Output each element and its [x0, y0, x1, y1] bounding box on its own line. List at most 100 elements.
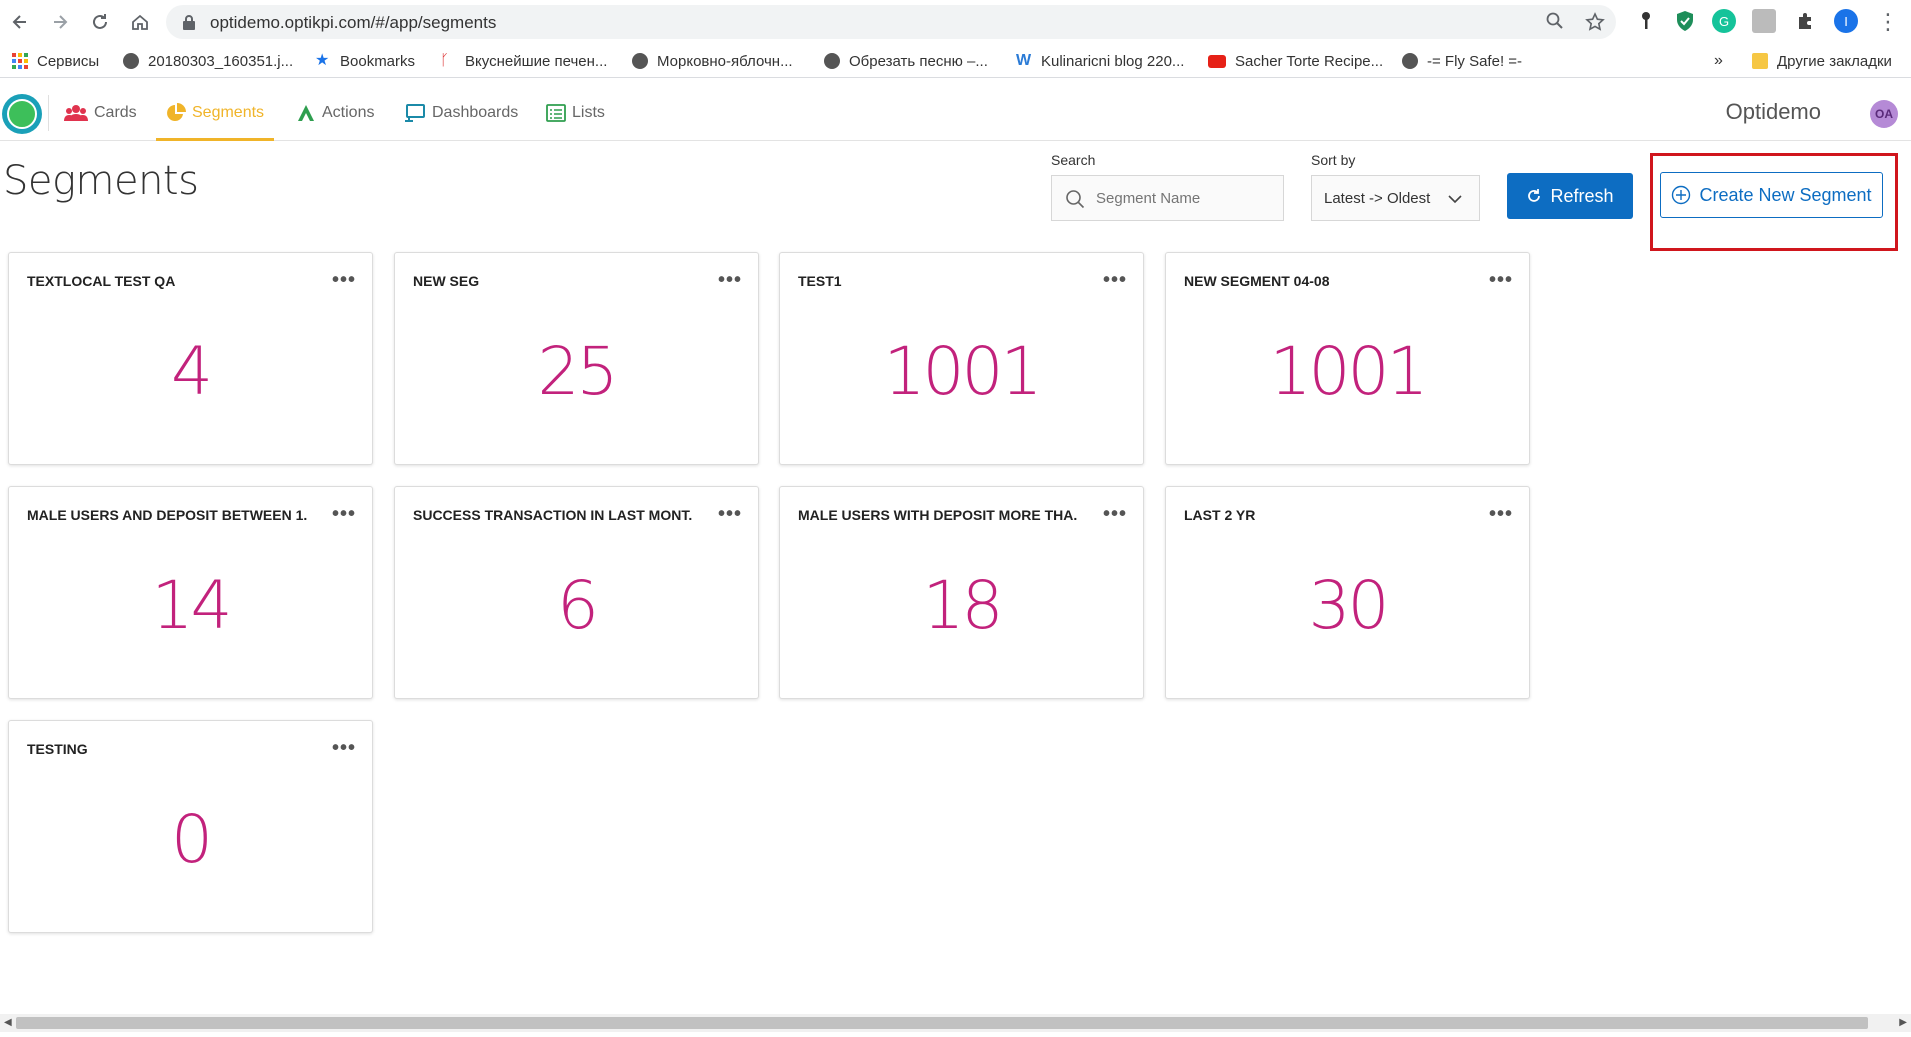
search-field[interactable]	[1051, 175, 1284, 221]
segment-name: NEW SEGMENT 04-08	[1184, 273, 1330, 289]
star-icon: ★	[315, 52, 330, 69]
segment-count: 18	[922, 567, 1004, 644]
bookmark-item[interactable]: -= Fly Safe! =-	[1402, 50, 1522, 72]
search-label: Search	[1051, 152, 1096, 168]
segment-count: 1001	[1269, 333, 1429, 410]
segment-card[interactable]: MALE USERS AND DEPOSIT BETWEEN 1... ••• …	[8, 486, 373, 699]
zoom-icon[interactable]	[1544, 12, 1566, 34]
browser-toolbar: optidemo.optikpi.com/#/app/segments G I …	[0, 0, 1911, 44]
segment-count: 1001	[883, 333, 1043, 410]
segment-card[interactable]: TEXTLOCAL TEST QA ••• 4	[8, 252, 373, 465]
more-options-icon[interactable]: •••	[332, 738, 356, 758]
search-icon	[1065, 189, 1085, 214]
plus-circle-icon	[1671, 185, 1691, 205]
segment-count: 6	[557, 567, 599, 644]
youtube-icon	[1208, 54, 1226, 68]
folder-icon	[1752, 53, 1768, 69]
users-icon	[64, 104, 88, 122]
segment-name: MALE USERS AND DEPOSIT BETWEEN 1...	[27, 507, 307, 523]
segment-card[interactable]: SUCCESS TRANSACTION IN LAST MONT... ••• …	[394, 486, 759, 699]
globe-icon	[632, 53, 648, 69]
sort-dropdown[interactable]: Latest -> Oldest	[1311, 175, 1480, 221]
profile-avatar[interactable]: I	[1834, 9, 1858, 33]
app-name: Optidemo	[1725, 99, 1821, 124]
segment-name: LAST 2 YR	[1184, 507, 1256, 523]
bookmark-item[interactable]: W Kulinaricni blog 220...	[1016, 50, 1184, 72]
bookmark-item[interactable]: ★ Bookmarks	[315, 50, 415, 72]
segment-card[interactable]: TEST1 ••• 1001	[779, 252, 1144, 465]
tab-dashboards[interactable]: Dashboards	[404, 85, 518, 141]
shield-icon[interactable]	[1673, 9, 1697, 33]
segment-name: TEXTLOCAL TEST QA	[27, 273, 176, 289]
more-options-icon[interactable]: •••	[718, 504, 742, 524]
refresh-icon	[1526, 188, 1542, 204]
more-options-icon[interactable]: •••	[1103, 270, 1127, 290]
puzzle-icon[interactable]	[1793, 9, 1817, 33]
forward-icon[interactable]	[46, 8, 74, 36]
bookmarks-bar: Сервисы 20180303_160351.j... ★ Bookmarks…	[0, 44, 1911, 78]
home-icon[interactable]	[126, 8, 154, 36]
page-title: Segments	[3, 158, 199, 204]
tab-lists[interactable]: Lists	[546, 85, 605, 141]
segment-card[interactable]: NEW SEGMENT 04-08 ••• 1001	[1165, 252, 1530, 465]
bookmark-item[interactable]: ᚴ Вкуснейшие печен...	[440, 50, 607, 72]
segment-name: SUCCESS TRANSACTION IN LAST MONT...	[413, 507, 693, 523]
segment-name: NEW SEG	[413, 273, 480, 289]
segment-card[interactable]: LAST 2 YR ••• 30	[1165, 486, 1530, 699]
segment-card[interactable]: NEW SEG ••• 25	[394, 252, 759, 465]
more-options-icon[interactable]: •••	[332, 504, 356, 524]
segment-count: 4	[171, 333, 213, 410]
bookmark-item[interactable]: Сервисы	[12, 50, 99, 72]
url-text: optidemo.optikpi.com/#/app/segments	[210, 13, 497, 32]
scrollbar-thumb[interactable]	[16, 1017, 1868, 1029]
segment-card[interactable]: TESTING ••• 0	[8, 720, 373, 933]
search-input[interactable]	[1096, 186, 1276, 210]
globe-icon	[1402, 53, 1418, 69]
bookmark-item[interactable]: Sacher Torte Recipe...	[1208, 50, 1383, 72]
list-icon	[546, 103, 566, 123]
tab-segments[interactable]: Segments	[156, 85, 275, 141]
chevron-down-icon	[1447, 191, 1463, 211]
app-header: Cards Segments Actions Dashboards Lists …	[0, 85, 1911, 141]
scroll-left-icon[interactable]: ◀	[4, 1017, 12, 1028]
address-bar[interactable]: optidemo.optikpi.com/#/app/segments	[166, 5, 1616, 39]
bookmarks-overflow[interactable]: »	[1714, 50, 1723, 72]
tab-cards[interactable]: Cards	[64, 85, 137, 141]
more-options-icon[interactable]: •••	[1489, 504, 1513, 524]
star-icon[interactable]	[1584, 12, 1606, 34]
extension-icon[interactable]	[1752, 9, 1776, 33]
segment-name: TEST1	[798, 273, 842, 289]
logo[interactable]	[2, 94, 42, 134]
back-icon[interactable]	[6, 8, 34, 36]
more-options-icon[interactable]: •••	[1489, 270, 1513, 290]
avatar[interactable]: OA	[1870, 100, 1898, 128]
globe-icon	[123, 53, 139, 69]
segment-count: 30	[1308, 567, 1390, 644]
grammarly-icon[interactable]: G	[1712, 9, 1736, 33]
bookmark-item[interactable]: 20180303_160351.j...	[123, 50, 293, 72]
more-options-icon[interactable]: •••	[1103, 504, 1127, 524]
tab-actions[interactable]: Actions	[296, 85, 374, 141]
bookmark-item[interactable]: Обрезать песню –...	[824, 50, 988, 72]
reload-icon[interactable]	[86, 8, 114, 36]
globe-icon	[824, 53, 840, 69]
scroll-right-icon[interactable]: ▶	[1899, 1017, 1907, 1028]
create-segment-button[interactable]: Create New Segment	[1660, 172, 1883, 218]
pie-chart-icon	[166, 103, 186, 123]
key-icon[interactable]	[1634, 9, 1658, 33]
segment-count: 0	[171, 801, 213, 878]
refresh-button[interactable]: Refresh	[1507, 173, 1633, 219]
bookmark-item[interactable]: Морковно-яблочн...	[632, 50, 793, 72]
dashboard-icon	[404, 103, 426, 123]
horizontal-scrollbar[interactable]: ◀ ▶	[0, 1014, 1911, 1032]
more-options-icon[interactable]: •••	[718, 270, 742, 290]
segment-card[interactable]: MALE USERS WITH DEPOSIT MORE THA... ••• …	[779, 486, 1144, 699]
other-bookmarks[interactable]: Другие закладки	[1752, 50, 1892, 72]
menu-icon[interactable]: ⋮	[1874, 8, 1902, 36]
segment-count: 14	[151, 567, 233, 644]
segment-count: 25	[537, 333, 619, 410]
sort-value: Latest -> Oldest	[1324, 189, 1431, 207]
apps-grid-icon	[12, 53, 28, 69]
more-options-icon[interactable]: •••	[332, 270, 356, 290]
lock-icon	[183, 15, 195, 30]
